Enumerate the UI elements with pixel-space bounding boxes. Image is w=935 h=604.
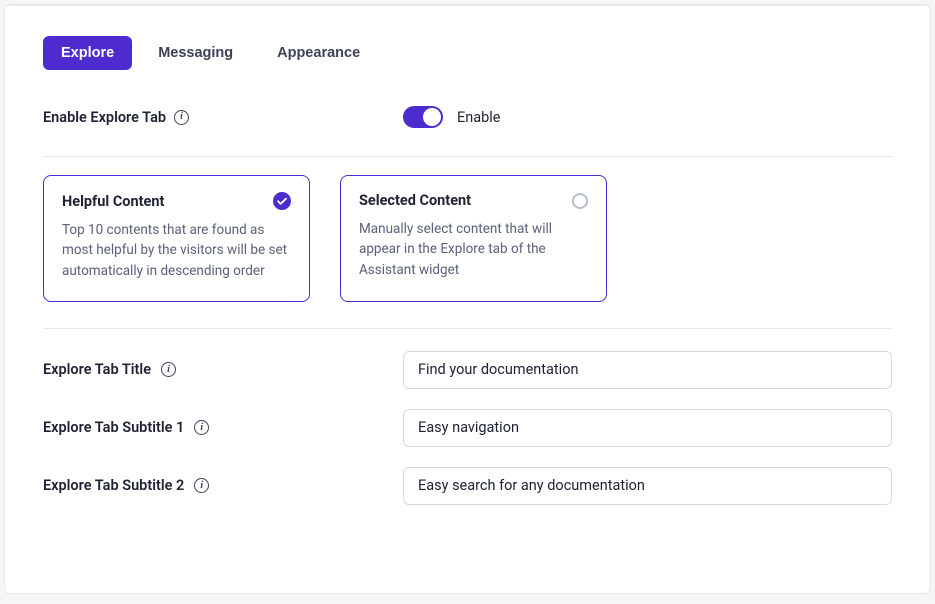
- option-selected-title: Selected Content: [359, 192, 471, 209]
- row-explore-title: Explore Tab Title i: [43, 341, 892, 399]
- option-head: Selected Content: [359, 192, 588, 209]
- enable-row: Enable Explore Tab i Enable: [5, 106, 930, 128]
- option-helpful-title: Helpful Content: [62, 193, 164, 210]
- option-selected-desc: Manually select content that will appear…: [359, 219, 588, 280]
- info-icon[interactable]: i: [194, 478, 209, 493]
- explore-title-input[interactable]: [403, 351, 892, 389]
- tab-messaging[interactable]: Messaging: [140, 36, 251, 70]
- tab-appearance[interactable]: Appearance: [259, 36, 378, 70]
- radio-empty-icon: [572, 193, 588, 209]
- row-explore-sub1: Explore Tab Subtitle 1 i: [43, 399, 892, 457]
- explore-sub1-label: Explore Tab Subtitle 1: [43, 419, 184, 436]
- explore-sub2-label-wrap: Explore Tab Subtitle 2 i: [43, 477, 383, 494]
- explore-sub1-label-wrap: Explore Tab Subtitle 1 i: [43, 419, 383, 436]
- radio-checked-icon: [273, 192, 291, 210]
- enable-label: Enable Explore Tab: [43, 109, 166, 126]
- toggle-knob: [423, 108, 441, 126]
- option-helpful-content[interactable]: Helpful Content Top 10 contents that are…: [43, 175, 310, 302]
- info-icon[interactable]: i: [194, 420, 209, 435]
- enable-toggle-wrap: Enable: [403, 106, 501, 128]
- settings-card: Explore Messaging Appearance Enable Expl…: [4, 4, 931, 594]
- explore-sub2-input[interactable]: [403, 467, 892, 505]
- tabs-bar: Explore Messaging Appearance: [5, 6, 930, 70]
- explore-sub1-input[interactable]: [403, 409, 892, 447]
- enable-toggle-text: Enable: [457, 109, 501, 126]
- enable-label-wrap: Enable Explore Tab i: [43, 109, 403, 126]
- explore-title-label: Explore Tab Title: [43, 361, 151, 378]
- info-icon[interactable]: i: [161, 362, 176, 377]
- tab-explore[interactable]: Explore: [43, 36, 132, 70]
- explore-title-label-wrap: Explore Tab Title i: [43, 361, 383, 378]
- explore-sub2-label: Explore Tab Subtitle 2: [43, 477, 184, 494]
- option-selected-content[interactable]: Selected Content Manually select content…: [340, 175, 607, 302]
- row-explore-sub2: Explore Tab Subtitle 2 i: [43, 457, 892, 515]
- info-icon[interactable]: i: [174, 110, 189, 125]
- option-head: Helpful Content: [62, 192, 291, 210]
- option-helpful-desc: Top 10 contents that are found as most h…: [62, 220, 291, 281]
- form-rows: Explore Tab Title i Explore Tab Subtitle…: [5, 329, 930, 515]
- enable-toggle[interactable]: [403, 106, 443, 128]
- content-options: Helpful Content Top 10 contents that are…: [5, 157, 645, 302]
